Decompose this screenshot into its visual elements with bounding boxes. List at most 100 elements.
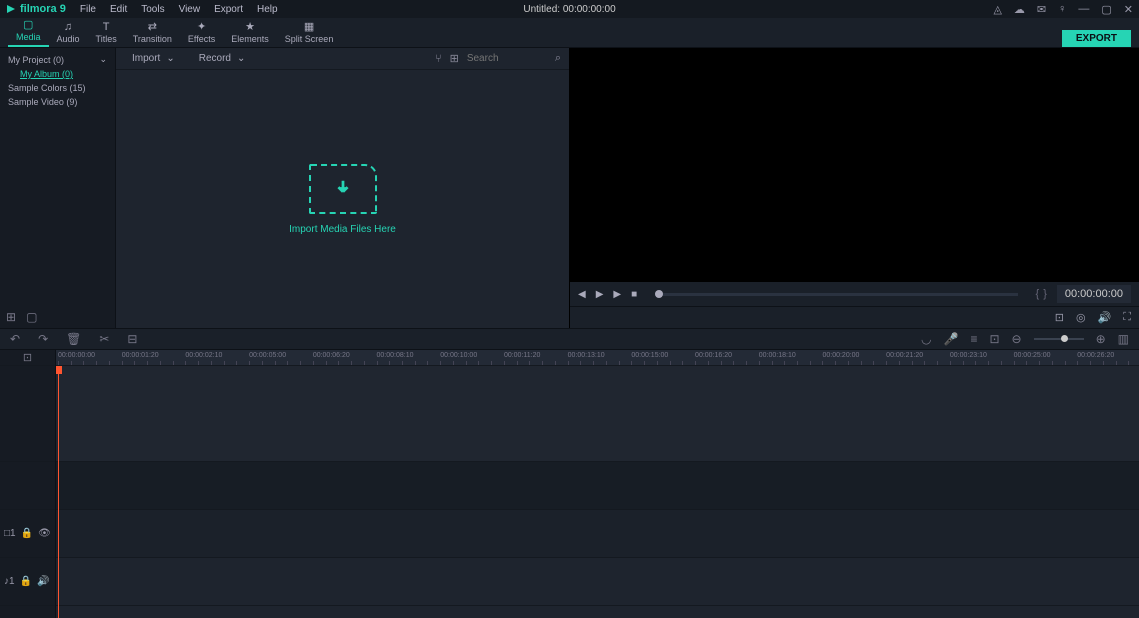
close-icon[interactable]: ✕ bbox=[1124, 3, 1133, 16]
record-label: Record bbox=[199, 53, 231, 64]
tab-media[interactable]: ▢Media bbox=[8, 16, 49, 47]
media-panel: Import⌄ Record⌄ ⑂ ⊞ ⌕ Import Media Files… bbox=[116, 48, 570, 328]
lock-icon[interactable]: 🔒 bbox=[21, 528, 33, 539]
sidebar-item-myproject[interactable]: My Project (0)⌄ bbox=[0, 52, 115, 67]
folder-icon[interactable]: ▢ bbox=[26, 310, 37, 324]
chevron-down-icon: ⌄ bbox=[99, 54, 107, 65]
eye-icon[interactable]: 👁 bbox=[38, 528, 51, 539]
track-head-video1[interactable]: □1 🔒 👁 bbox=[0, 510, 55, 558]
track-row-video1[interactable] bbox=[56, 510, 1139, 558]
grid-view-icon[interactable]: ⊞ bbox=[450, 52, 459, 65]
ruler-mark: 00:00:06:20 bbox=[313, 352, 350, 359]
tab-titles[interactable]: TTitles bbox=[88, 19, 125, 47]
titles-icon: T bbox=[103, 21, 110, 33]
app-name: filmora 9 bbox=[20, 3, 66, 15]
user-icon[interactable]: ◬ bbox=[993, 3, 1001, 16]
playhead[interactable] bbox=[58, 366, 59, 618]
mail-icon[interactable]: ✉ bbox=[1037, 3, 1046, 16]
search-icon[interactable]: ⌕ bbox=[555, 52, 561, 65]
stop-button[interactable]: ■ bbox=[631, 289, 637, 300]
marker-icon[interactable]: ◡ bbox=[921, 332, 931, 346]
search-input[interactable] bbox=[467, 53, 547, 64]
tab-splitscreen[interactable]: ▦Split Screen bbox=[277, 18, 342, 47]
tab-label: Transition bbox=[133, 34, 172, 44]
cloud-icon[interactable]: ☁ bbox=[1014, 3, 1025, 16]
notif-icon[interactable]: ♀ bbox=[1058, 3, 1066, 15]
import-dropdown[interactable]: Import⌄ bbox=[124, 51, 183, 66]
menu-help[interactable]: Help bbox=[257, 4, 278, 15]
mixer-icon[interactable]: ≡ bbox=[970, 332, 977, 346]
tab-elements[interactable]: ★Elements bbox=[223, 18, 277, 47]
preview-canvas[interactable] bbox=[570, 48, 1139, 282]
menu-export[interactable]: Export bbox=[214, 4, 243, 15]
sidebar-item-samplevideo[interactable]: Sample Video (9) bbox=[0, 95, 115, 109]
track-row-audio1[interactable] bbox=[56, 558, 1139, 606]
tab-transition[interactable]: ⇄Transition bbox=[125, 18, 180, 47]
menu-edit[interactable]: Edit bbox=[110, 4, 127, 15]
sidebar-item-myalbum[interactable]: My Album (0) bbox=[0, 67, 115, 81]
mic-icon[interactable]: 🎤 bbox=[944, 332, 959, 346]
tab-effects[interactable]: ✦Effects bbox=[180, 18, 223, 47]
volume-icon[interactable]: 🔊 bbox=[37, 576, 49, 587]
dropzone-text: Import Media Files Here bbox=[289, 224, 396, 235]
menu-file[interactable]: File bbox=[80, 4, 96, 15]
crop-button[interactable]: ⊟ bbox=[127, 332, 137, 346]
tab-label: Elements bbox=[231, 34, 269, 44]
menu-tools[interactable]: Tools bbox=[141, 4, 164, 15]
preview-scrubber[interactable] bbox=[655, 293, 1017, 296]
tab-label: Media bbox=[16, 32, 41, 42]
ruler-mark: 00:00:26:20 bbox=[1077, 352, 1114, 359]
scrubber-handle[interactable] bbox=[655, 290, 663, 298]
tab-label: Split Screen bbox=[285, 34, 334, 44]
preview-controls: ◀ ▶ ▶ ■ { } 00:00:00:00 bbox=[570, 282, 1139, 306]
redo-button[interactable]: ↷ bbox=[38, 332, 48, 346]
zoom-in-icon[interactable]: ⊕ bbox=[1096, 332, 1106, 346]
record-dropdown[interactable]: Record⌄ bbox=[191, 51, 254, 66]
transition-icon: ⇄ bbox=[148, 20, 157, 33]
render-icon[interactable]: ⊡ bbox=[989, 332, 999, 346]
minimize-icon[interactable]: — bbox=[1078, 3, 1089, 15]
track-head-audio1[interactable]: ♪1 🔒 🔊 bbox=[0, 558, 55, 606]
zoom-out-icon[interactable]: ⊖ bbox=[1012, 332, 1022, 346]
delete-button[interactable]: 🗑 bbox=[66, 332, 81, 346]
volume-icon[interactable]: 🔊 bbox=[1098, 311, 1112, 324]
quality-icon[interactable]: ⊡ bbox=[1055, 311, 1064, 324]
frame-next-icon[interactable]: } bbox=[1043, 288, 1047, 300]
timeline-settings-icon[interactable]: ⊡ bbox=[0, 350, 55, 366]
zoom-fit-icon[interactable]: ▥ bbox=[1118, 332, 1129, 346]
track-row[interactable] bbox=[56, 462, 1139, 510]
frame-prev-icon[interactable]: { bbox=[1036, 288, 1040, 300]
ruler-mark: 00:00:20:00 bbox=[822, 352, 859, 359]
export-button[interactable]: EXPORT bbox=[1062, 30, 1131, 47]
track-row[interactable] bbox=[56, 366, 1139, 462]
track-label: ♪1 bbox=[4, 576, 15, 587]
play-button[interactable]: ▶ bbox=[596, 289, 604, 300]
zoom-handle[interactable] bbox=[1061, 335, 1068, 342]
next-frame-button[interactable]: ▶ bbox=[613, 289, 621, 300]
undo-button[interactable]: ↶ bbox=[10, 332, 20, 346]
snapshot-icon[interactable]: ◎ bbox=[1076, 311, 1086, 324]
import-label: Import bbox=[132, 53, 160, 64]
time-ruler[interactable]: 00:00:00:0000:00:01:2000:00:02:1000:00:0… bbox=[56, 350, 1139, 366]
fullscreen-icon[interactable]: ⛶ bbox=[1123, 311, 1131, 324]
track-empty2 bbox=[0, 462, 55, 510]
tracks-area[interactable]: 00:00:00:0000:00:01:2000:00:02:1000:00:0… bbox=[56, 350, 1139, 618]
module-tabs: ▢Media ♫Audio TTitles ⇄Transition ✦Effec… bbox=[0, 18, 1139, 48]
zoom-slider[interactable] bbox=[1034, 338, 1084, 340]
preview-panel: ◀ ▶ ▶ ■ { } 00:00:00:00 ⊡ ◎ 🔊 ⛶ bbox=[570, 48, 1139, 328]
maximize-icon[interactable]: ▢ bbox=[1101, 3, 1111, 16]
filter-icon[interactable]: ⑂ bbox=[435, 53, 442, 65]
media-dropzone[interactable]: Import Media Files Here bbox=[116, 70, 569, 328]
ruler-mark: 00:00:18:10 bbox=[759, 352, 796, 359]
menu-view[interactable]: View bbox=[179, 4, 201, 15]
lock-icon[interactable]: 🔒 bbox=[20, 576, 32, 587]
tab-label: Effects bbox=[188, 34, 215, 44]
new-folder-icon[interactable]: ⊞ bbox=[6, 310, 16, 324]
ruler-mark: 00:00:01:20 bbox=[122, 352, 159, 359]
split-button[interactable]: ✂ bbox=[99, 332, 109, 346]
sidebar-item-samplecolors[interactable]: Sample Colors (15) bbox=[0, 81, 115, 95]
tab-audio[interactable]: ♫Audio bbox=[49, 19, 88, 47]
elements-icon: ★ bbox=[245, 20, 255, 33]
prev-frame-button[interactable]: ◀ bbox=[578, 289, 586, 300]
media-toolbar: Import⌄ Record⌄ ⑂ ⊞ ⌕ bbox=[116, 48, 569, 70]
